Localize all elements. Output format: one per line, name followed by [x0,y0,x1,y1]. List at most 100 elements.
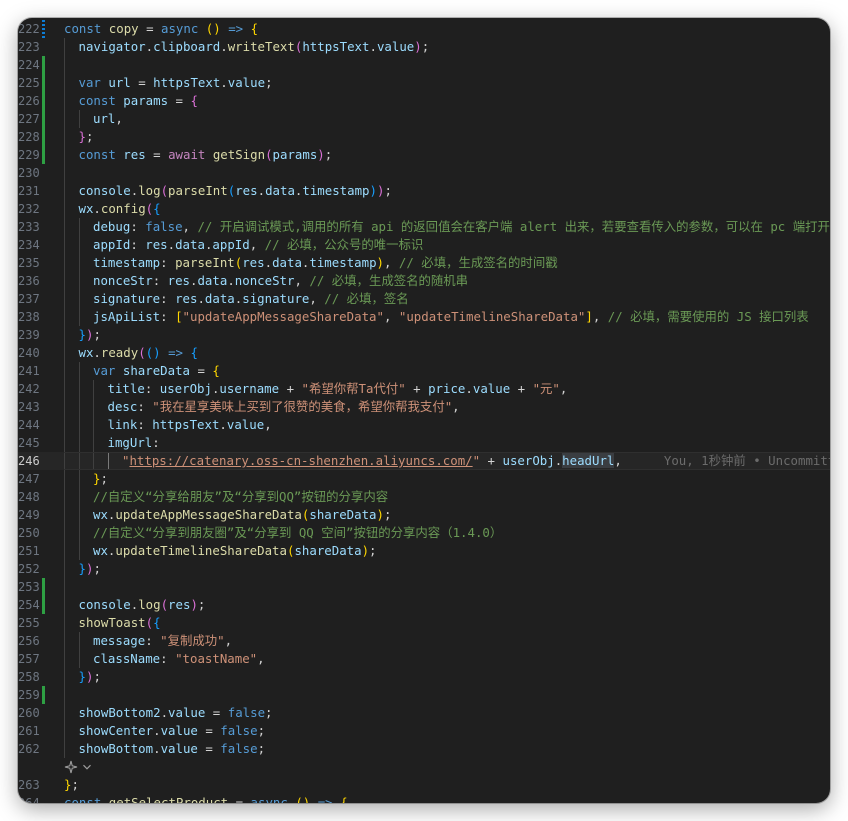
url-link[interactable]: https://catenary.oss-cn-shenzhen.aliyunc… [129,453,472,468]
code-line[interactable]: 255 showToast({ [18,614,830,632]
code-line[interactable]: 228}; [18,128,830,146]
code-line[interactable]: 243 desc: "我在星享美味上买到了很赞的美食，希望你帮我支付", [18,398,830,416]
git-added-marker[interactable] [42,110,45,128]
code-line[interactable]: 222 const copy = async () => { [18,20,830,38]
code-text[interactable] [64,56,830,74]
code-text[interactable]: imgUrl: [64,434,830,452]
code-line[interactable]: 250 //自定义“分享到朋友圈”及“分享到 QQ 空间”按钮的分享内容（1.4.… [18,524,830,542]
git-added-marker[interactable] [42,128,45,146]
code-line[interactable]: 263}; [18,776,830,794]
code-line[interactable]: 244 link: httpsText.value, [18,416,830,434]
code-text[interactable]: }; [64,470,830,488]
code-line[interactable]: 242 title: userObj. username + "希望你帮Ta代付" … [18,380,830,398]
code-text[interactable]: jsApiList: ["updateAppMessageShareData",… [64,308,830,326]
code-line[interactable]: 230 [18,164,830,182]
code-text[interactable]: appId: res.data.appId, // 必填，公众号的唯一标识 [64,236,830,254]
code-line[interactable]: 235 timestamp: parseInt(res.data.timestam… [18,254,830,272]
code-line[interactable]: 224 [18,56,830,74]
code-text[interactable]: desc: "我在星享美味上买到了很赞的美食，希望你帮我支付", [64,398,830,416]
code-line[interactable]: 223 navigator.clipboard.writeText(httpsTe… [18,38,830,56]
code-line[interactable]: 232 wx.config({ [18,200,830,218]
code-text[interactable]: const copy = async () => { [64,20,830,38]
code-text[interactable]: var shareData = { [64,362,830,380]
chevron-down-icon[interactable] [82,762,92,772]
code-text[interactable]: wx.ready(() => { [64,344,830,362]
code-text[interactable]: }; [64,128,830,146]
code-text[interactable]: signature: res.data.signature, // 必填，签名 [64,290,830,308]
code-text[interactable]: wx.updateTimelineShareData(shareData); [64,542,830,560]
code-line[interactable]: 264 const getSelectProduct = async () => … [18,794,830,803]
code-text[interactable] [64,686,830,704]
code-editor[interactable]: 222 const copy = async () => {223 navigato… [18,20,830,803]
code-line[interactable]: 253 [18,578,830,596]
code-line[interactable]: 252}); [18,560,830,578]
code-line[interactable]: 233 debug: false, // 开启调试模式,调用的所有 api 的返回… [18,218,830,236]
code-line[interactable]: 238 jsApiList: ["updateAppMessageShareDat… [18,308,830,326]
code-text[interactable]: message: "复制成功", [64,632,830,650]
git-modified-marker[interactable] [42,20,45,38]
code-line[interactable]: 239}); [18,326,830,344]
code-text[interactable]: debug: false, // 开启调试模式,调用的所有 api 的返回值会在… [64,218,830,236]
code-text[interactable]: nonceStr: res.data.nonceStr, // 必填，生成签名的… [64,272,830,290]
git-added-marker[interactable] [42,74,45,92]
code-text[interactable]: wx.updateAppMessageShareData(shareData); [64,506,830,524]
code-text[interactable]: //自定义“分享给朋友”及“分享到QQ”按钮的分享内容 [64,488,830,506]
code-line[interactable]: 247}; [18,470,830,488]
code-text[interactable]: url, [64,110,830,128]
code-line[interactable] [18,758,830,776]
code-text[interactable]: wx.config({ [64,200,830,218]
code-line[interactable]: 234 appId: res.data.appId, // 必填，公众号的唯一标识 [18,236,830,254]
code-line[interactable]: 248 //自定义“分享给朋友”及“分享到QQ”按钮的分享内容 [18,488,830,506]
code-line[interactable]: 225 var url = httpsText.value; [18,74,830,92]
code-line[interactable]: 240 wx.ready(() => { [18,344,830,362]
code-text[interactable]: }); [64,560,830,578]
git-added-marker[interactable] [42,146,45,164]
code-line[interactable]: 262 showBottom.value = false; [18,740,830,758]
code-text[interactable]: var url = httpsText.value; [64,74,830,92]
code-text[interactable]: }; [64,776,830,794]
code-text[interactable] [64,578,830,596]
code-line[interactable]: 245 imgUrl: [18,434,830,452]
code-line[interactable]: 231 console.log(parseInt(res.data.timesta… [18,182,830,200]
code-line[interactable]: 229 const res = await getSign(params); [18,146,830,164]
code-text[interactable]: timestamp: parseInt(res.data.timestamp),… [64,254,830,272]
code-line[interactable]: 249 wx.updateAppMessageShareData(shareDat… [18,506,830,524]
code-text[interactable]: "https://catenary.oss-cn-shenzhen.aliyun… [64,452,830,470]
code-line[interactable]: 261 showCenter.value = false; [18,722,830,740]
code-text[interactable]: const params = { [64,92,830,110]
code-text[interactable]: showBottom2.value = false; [64,704,830,722]
code-text[interactable]: //自定义“分享到朋友圈”及“分享到 QQ 空间”按钮的分享内容（1.4.0） [64,524,830,542]
code-line[interactable]: 237 signature: res.data.signature, // 必填，… [18,290,830,308]
code-text[interactable]: }); [64,668,830,686]
code-text[interactable]: showToast({ [64,614,830,632]
code-line[interactable]: 257 className: "toastName", [18,650,830,668]
code-line[interactable]: 227 url, [18,110,830,128]
code-line[interactable]: 226 const params = { [18,92,830,110]
code-line[interactable]: 259 [18,686,830,704]
code-line[interactable]: 258}); [18,668,830,686]
sparkle-icon[interactable] [64,760,78,774]
code-line[interactable]: 246 "https://catenary.oss-cn-shenzhen.ali… [18,452,830,470]
code-text[interactable]: className: "toastName", [64,650,830,668]
code-line[interactable]: 236 nonceStr: res.data.nonceStr, // 必填，生成… [18,272,830,290]
code-text[interactable] [64,164,830,182]
code-line[interactable]: 254 console.log(res); [18,596,830,614]
code-line[interactable]: 256 message: "复制成功", [18,632,830,650]
code-text[interactable]: title: userObj. username + "希望你帮Ta代付" + p… [64,380,830,398]
code-text[interactable]: console.log(res); [64,596,830,614]
code-text[interactable]: const res = await getSign(params); [64,146,830,164]
code-text[interactable]: navigator.clipboard.writeText(httpsText.… [64,38,830,56]
code-text[interactable]: }); [64,326,830,344]
fold-toggle[interactable] [64,758,104,776]
code-text[interactable]: console.log(parseInt(res.data.timestamp)… [64,182,830,200]
code-text[interactable]: showCenter.value = false; [64,722,830,740]
code-text[interactable]: showBottom.value = false; [64,740,830,758]
code-line[interactable]: 260 showBottom2.value = false; [18,704,830,722]
git-added-marker[interactable] [42,596,45,614]
git-added-marker[interactable] [42,686,45,704]
code-line[interactable]: 241 var shareData = { [18,362,830,380]
code-text[interactable]: const getSelectProduct = async () => { [64,794,830,803]
code-line[interactable]: 251 wx.updateTimelineShareData(shareData)… [18,542,830,560]
code-text[interactable]: link: httpsText.value, [64,416,830,434]
git-added-marker[interactable] [42,92,45,110]
